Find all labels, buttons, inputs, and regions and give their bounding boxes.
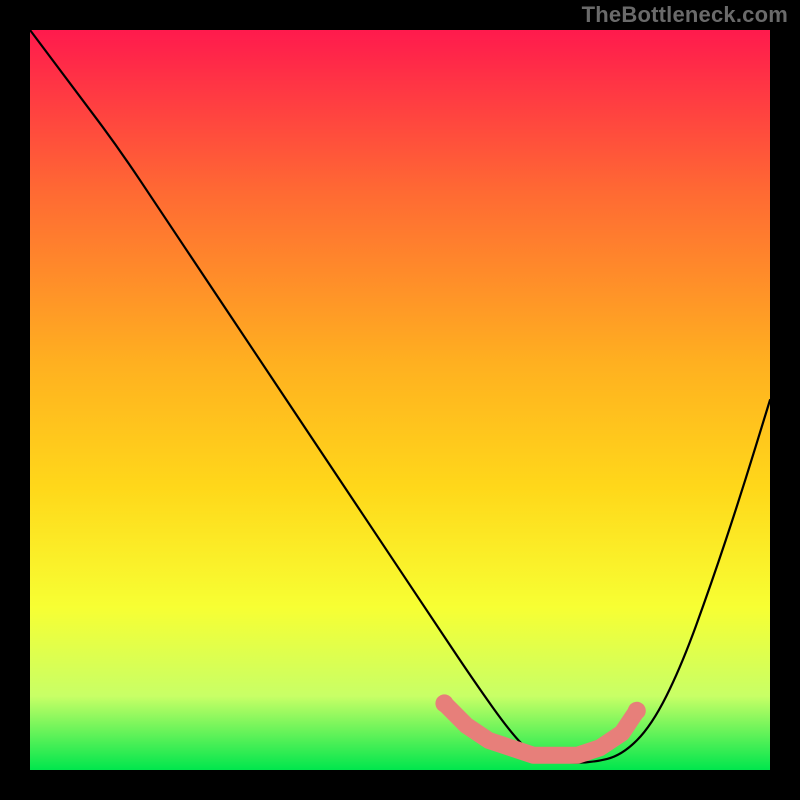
highlight-dot [628, 702, 646, 720]
plot-background [30, 30, 770, 770]
watermark-label: TheBottleneck.com [582, 2, 788, 28]
chart-frame: TheBottleneck.com [0, 0, 800, 800]
chart-svg [0, 0, 800, 800]
highlight-dot [435, 694, 453, 712]
